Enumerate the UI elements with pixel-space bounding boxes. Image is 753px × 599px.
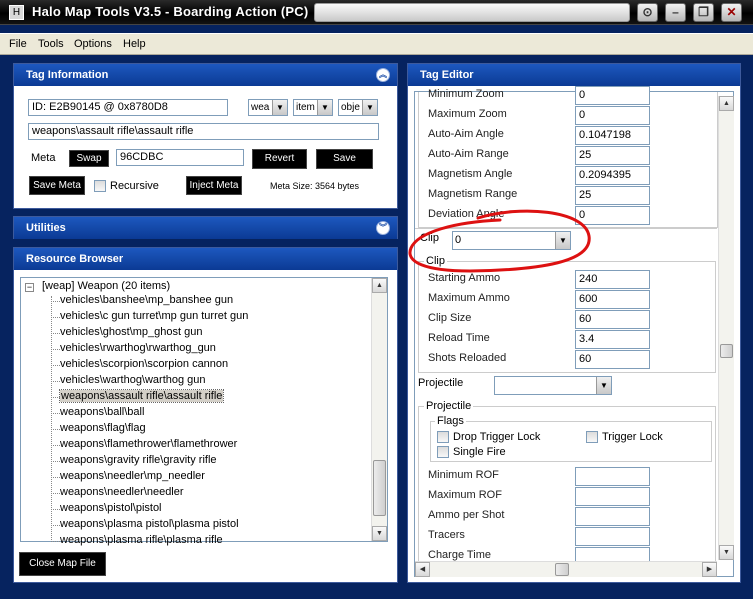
red-annotation-circle — [408, 209, 591, 273]
